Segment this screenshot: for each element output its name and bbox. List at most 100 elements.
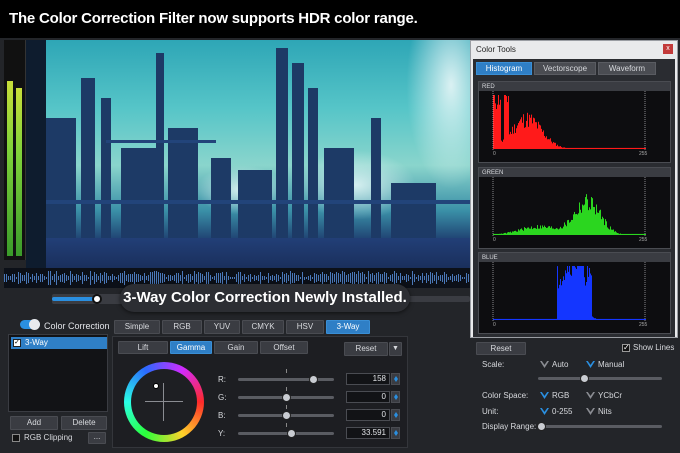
- histogram-bin: [585, 285, 586, 320]
- tab-waveform[interactable]: Waveform: [598, 62, 656, 75]
- tab-lift[interactable]: Lift: [118, 341, 168, 354]
- slider-y-handle[interactable]: [287, 429, 296, 438]
- value-y-input[interactable]: 33.591: [346, 427, 390, 439]
- tab-yuv[interactable]: YUV: [204, 320, 240, 334]
- histogram-bin: [594, 207, 595, 235]
- color-wheel-handle[interactable]: [153, 383, 159, 389]
- display-range-slider-handle[interactable]: [537, 422, 546, 431]
- tab-cmyk[interactable]: CMYK: [242, 320, 284, 334]
- tab-rgb[interactable]: RGB: [162, 320, 202, 334]
- slider-g-handle[interactable]: [282, 393, 291, 402]
- unit-option-nits[interactable]: Nits: [586, 407, 612, 416]
- tab-simple[interactable]: Simple: [114, 320, 160, 334]
- color-tools-reset-button[interactable]: Reset: [476, 342, 526, 355]
- histogram-bin: [520, 318, 521, 320]
- waveform-sample: [34, 275, 35, 281]
- color-tools-title: Color Tools: [476, 45, 516, 54]
- value-r-spinner[interactable]: [391, 373, 400, 385]
- histogram-bin: [628, 318, 629, 320]
- histogram-bin: [524, 227, 525, 235]
- rgb-clipping-label: RGB Clipping: [24, 433, 73, 442]
- scale-slider-handle[interactable]: [580, 374, 589, 383]
- histogram-bin: [606, 221, 607, 235]
- histogram-bin: [573, 266, 574, 320]
- value-b-spinner[interactable]: [391, 409, 400, 421]
- display-range-slider[interactable]: [538, 425, 662, 428]
- slider-r[interactable]: [238, 378, 334, 381]
- show-lines-checkbox[interactable]: [622, 343, 630, 352]
- waveform-sample: [448, 276, 449, 280]
- scale-option-manual[interactable]: Manual: [586, 360, 624, 369]
- color-wheel-inner: [131, 369, 197, 435]
- histogram-bin: [613, 229, 614, 235]
- waveform-sample: [270, 276, 271, 280]
- histogram-bin: [532, 229, 533, 235]
- waveform-sample: [112, 274, 113, 282]
- histogram-bin: [552, 143, 553, 149]
- histogram-bin: [586, 282, 587, 320]
- histogram-bin: [629, 147, 630, 149]
- histogram-bin: [511, 318, 512, 320]
- histogram-bin: [633, 147, 634, 149]
- reset-button[interactable]: Reset: [344, 342, 388, 356]
- value-r-input[interactable]: 158: [346, 373, 390, 385]
- color-correction-toggle[interactable]: [20, 319, 40, 330]
- histogram-bin: [522, 318, 523, 320]
- value-b-input[interactable]: 0: [346, 409, 390, 421]
- more-options-button[interactable]: ...: [88, 432, 106, 444]
- waveform-sample: [412, 271, 413, 285]
- slider-y[interactable]: [238, 432, 334, 435]
- slider-b-handle[interactable]: [282, 411, 291, 420]
- histogram-bin: [566, 273, 567, 320]
- timeline-slider-handle[interactable]: [92, 294, 102, 304]
- histogram-bin: [550, 227, 551, 235]
- histogram-bin: [512, 231, 513, 235]
- color-space-option-rgb[interactable]: RGB: [540, 391, 569, 400]
- histogram-bin: [535, 228, 536, 235]
- histogram-bin: [514, 230, 515, 235]
- histogram-bin: [507, 232, 508, 235]
- histogram-bin: [595, 214, 596, 235]
- tab-gamma[interactable]: Gamma: [170, 341, 212, 354]
- filter-item[interactable]: ✓ 3-Way: [11, 337, 107, 349]
- value-g-spinner[interactable]: [391, 391, 400, 403]
- scale-slider[interactable]: [538, 377, 662, 380]
- filter-list[interactable]: ✓ 3-Way: [8, 334, 108, 412]
- unit-option-0-255[interactable]: 0-255: [540, 407, 572, 416]
- tab-3-way[interactable]: 3-Way: [326, 320, 370, 334]
- tab-hsv[interactable]: HSV: [286, 320, 324, 334]
- value-g-input[interactable]: 0: [346, 391, 390, 403]
- reset-dropdown-button[interactable]: ▼: [389, 342, 402, 356]
- add-filter-button[interactable]: Add: [10, 416, 58, 430]
- zoom-slider[interactable]: [404, 296, 470, 302]
- timeline-slider[interactable]: [52, 294, 126, 304]
- histogram-bin: [547, 227, 548, 235]
- close-icon[interactable]: x: [663, 44, 673, 54]
- color-space-label: Color Space:: [482, 391, 529, 400]
- waveform-sample: [38, 276, 39, 280]
- color-wheel[interactable]: [124, 362, 204, 442]
- video-preview[interactable]: [46, 40, 470, 268]
- waveform-sample: [320, 273, 321, 283]
- tab-offset[interactable]: Offset: [260, 341, 308, 354]
- histogram-bin: [512, 126, 513, 149]
- color-space-option-ycbcr[interactable]: YCbCr: [586, 391, 622, 400]
- tab-histogram[interactable]: Histogram: [476, 62, 532, 75]
- rgb-clipping-checkbox[interactable]: [12, 434, 20, 442]
- histogram-bin: [641, 147, 642, 149]
- tab-vectorscope[interactable]: Vectorscope: [534, 62, 596, 75]
- histogram-bin: [595, 147, 596, 149]
- waveform-sample: [358, 271, 359, 285]
- histogram-bin: [495, 318, 496, 320]
- waveform-sample: [250, 274, 251, 282]
- slider-r-handle[interactable]: [309, 375, 318, 384]
- delete-filter-button[interactable]: Delete: [61, 416, 107, 430]
- histogram-header: [479, 253, 670, 262]
- tab-gain[interactable]: Gain: [214, 341, 258, 354]
- value-y-spinner[interactable]: [391, 427, 400, 439]
- scale-option-auto[interactable]: Auto: [540, 360, 568, 369]
- histogram-bin: [601, 219, 602, 235]
- filter-enabled-checkbox[interactable]: ✓: [13, 339, 21, 347]
- histogram-bin: [568, 271, 569, 320]
- waveform-sample: [336, 271, 337, 285]
